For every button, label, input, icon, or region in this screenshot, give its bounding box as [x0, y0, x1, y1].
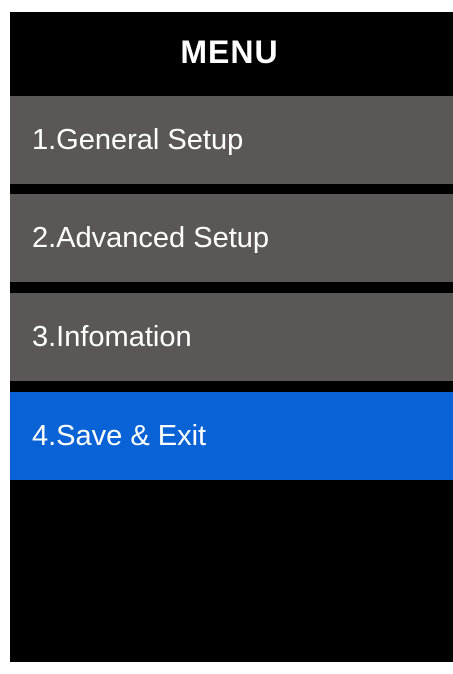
- menu-item-information[interactable]: 3.Infomation: [10, 293, 453, 381]
- menu-list: 1.General Setup 2.Advanced Setup 3.Infom…: [10, 12, 453, 662]
- device-screen: MENU 1.General Setup 2.Advanced Setup 3.…: [10, 12, 453, 662]
- menu-item-advanced-setup[interactable]: 2.Advanced Setup: [10, 194, 453, 282]
- menu-item-save-exit[interactable]: 4.Save & Exit: [10, 392, 453, 480]
- menu-item-general-setup[interactable]: 1.General Setup: [10, 96, 453, 184]
